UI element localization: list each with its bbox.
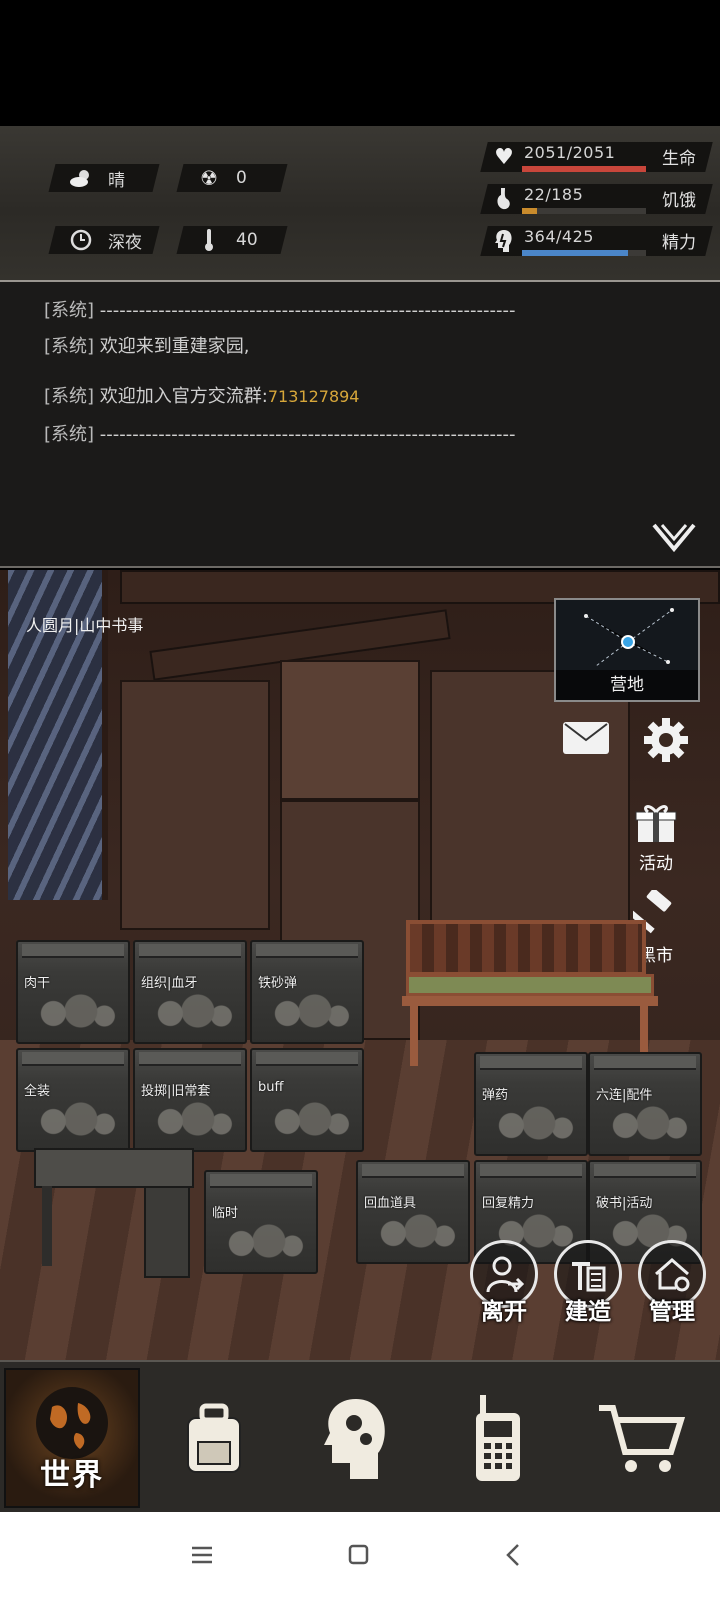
- manage-button[interactable]: 管理: [636, 1240, 708, 1330]
- message-log[interactable]: [系统] -----------------------------------…: [0, 282, 720, 568]
- gears-icon: [141, 986, 239, 1036]
- health-fill: [522, 166, 646, 172]
- cloud-sun-icon: [68, 167, 94, 189]
- storage-crate[interactable]: 肉干: [16, 940, 130, 1044]
- status-panel: 晴 ☢ 0 深夜 40 ♥ 2051/2051 生命 22/185 饥饿 364…: [0, 126, 720, 380]
- weather-value: 晴: [108, 170, 125, 191]
- gears-icon: [24, 1094, 122, 1144]
- energy-bar: 364/425 精力: [480, 224, 713, 258]
- build-button[interactable]: 建造: [552, 1240, 624, 1330]
- gears-icon: [364, 1206, 462, 1256]
- storage-crate[interactable]: 铁砂弹: [250, 940, 364, 1044]
- hunger-value: 22/185: [524, 185, 584, 204]
- brain-head-icon: [492, 228, 516, 254]
- health-label: 生命: [662, 149, 696, 169]
- radiation-value: 0: [236, 168, 247, 188]
- cart-icon: [599, 1405, 685, 1472]
- activity-button[interactable]: 活动: [624, 802, 688, 874]
- storage-crate[interactable]: 组织|血牙: [133, 940, 247, 1044]
- gift-icon: [635, 805, 677, 842]
- minimap-node-icon: [584, 608, 674, 667]
- menu-icon[interactable]: [182, 1540, 222, 1570]
- radiation-icon: ☢: [200, 166, 218, 190]
- envelope-icon: [563, 722, 609, 754]
- storage-crate[interactable]: 弹药: [474, 1052, 588, 1156]
- system-navigation-bar: [0, 1512, 720, 1600]
- gears-icon: [258, 986, 356, 1036]
- hunger-label: 饥饿: [662, 191, 696, 211]
- temperature-value: 40: [236, 230, 258, 250]
- gear-icon: [644, 718, 688, 762]
- heart-pulse-icon: ♥: [494, 144, 514, 170]
- storage-crate[interactable]: 六连|配件: [588, 1052, 702, 1156]
- head-gears-icon: [324, 1399, 385, 1479]
- storage-crate[interactable]: 全装: [16, 1048, 130, 1152]
- time-value: 深夜: [108, 232, 142, 253]
- backpack-icon: [187, 1403, 241, 1473]
- nav-world[interactable]: 世界: [4, 1368, 140, 1508]
- storage-crate[interactable]: 回血道具: [356, 1160, 470, 1264]
- minimap-label: 营地: [556, 670, 698, 700]
- nav-backpack[interactable]: [146, 1368, 282, 1508]
- health-value: 2051/2051: [524, 143, 616, 162]
- radiation-chip: ☢ 0: [176, 164, 288, 192]
- gears-icon: [258, 1094, 356, 1144]
- hunger-bar: 22/185 饥饿: [480, 182, 713, 216]
- scene-title: 人圆月|山中书事: [26, 616, 144, 635]
- mail-button[interactable]: [554, 720, 618, 780]
- gears-icon: [24, 986, 122, 1036]
- energy-fill: [522, 250, 629, 256]
- nav-radio[interactable]: [430, 1368, 566, 1508]
- storage-crate[interactable]: buff: [250, 1048, 364, 1152]
- stomach-icon: [492, 186, 516, 212]
- nav-world-label: 世界: [40, 1458, 104, 1493]
- thermometer-icon: [196, 229, 222, 251]
- energy-label: 精力: [662, 233, 696, 253]
- leave-button[interactable]: 离开: [468, 1240, 540, 1330]
- expand-log-chevron-icon[interactable]: [652, 522, 696, 553]
- time-chip: 深夜: [48, 226, 160, 254]
- gears-icon: [596, 1098, 694, 1148]
- log-line: [系统] 欢迎来到重建家园,: [44, 336, 250, 357]
- home-square-icon[interactable]: [338, 1540, 378, 1570]
- manage-label: 管理: [649, 1299, 695, 1325]
- nav-skills[interactable]: [288, 1368, 424, 1508]
- wall-panel: [280, 660, 420, 800]
- storage-crate[interactable]: 临时: [204, 1170, 318, 1274]
- wooden-bench: [402, 920, 666, 1070]
- build-label: 建造: [565, 1299, 611, 1325]
- wall-panel: [120, 680, 270, 930]
- activity-label: 活动: [639, 854, 673, 874]
- weather-chip: 晴: [48, 164, 160, 192]
- back-chevron-icon[interactable]: [496, 1540, 536, 1570]
- temperature-chip: 40: [176, 226, 288, 254]
- log-line: [系统] 欢迎加入官方交流群:713127894: [44, 386, 360, 407]
- nav-shop[interactable]: [572, 1368, 708, 1508]
- camp-scene: 人圆月|山中书事 营地 活动 黑市 肉干 组织|血牙 铁砂弹 全装 投掷|旧常套…: [0, 570, 720, 1360]
- log-line: [系统] -----------------------------------…: [44, 424, 516, 445]
- leave-label: 离开: [481, 1299, 527, 1325]
- workbench[interactable]: [34, 1148, 196, 1278]
- clock-icon: [68, 229, 94, 251]
- minimap[interactable]: 营地: [554, 598, 700, 702]
- gears-icon: [482, 1098, 580, 1148]
- settings-button[interactable]: [634, 716, 698, 776]
- energy-value: 364/425: [524, 227, 594, 246]
- gears-icon: [141, 1094, 239, 1144]
- storage-crate[interactable]: 投掷|旧常套: [133, 1048, 247, 1152]
- walkie-talkie-icon: [476, 1395, 520, 1481]
- top-black-area: [0, 0, 720, 126]
- health-bar: ♥ 2051/2051 生命: [480, 140, 713, 174]
- log-line: [系统] -----------------------------------…: [44, 300, 516, 321]
- gears-icon: [212, 1216, 310, 1266]
- bottom-nav: 世界: [0, 1360, 720, 1512]
- hunger-fill: [522, 208, 537, 214]
